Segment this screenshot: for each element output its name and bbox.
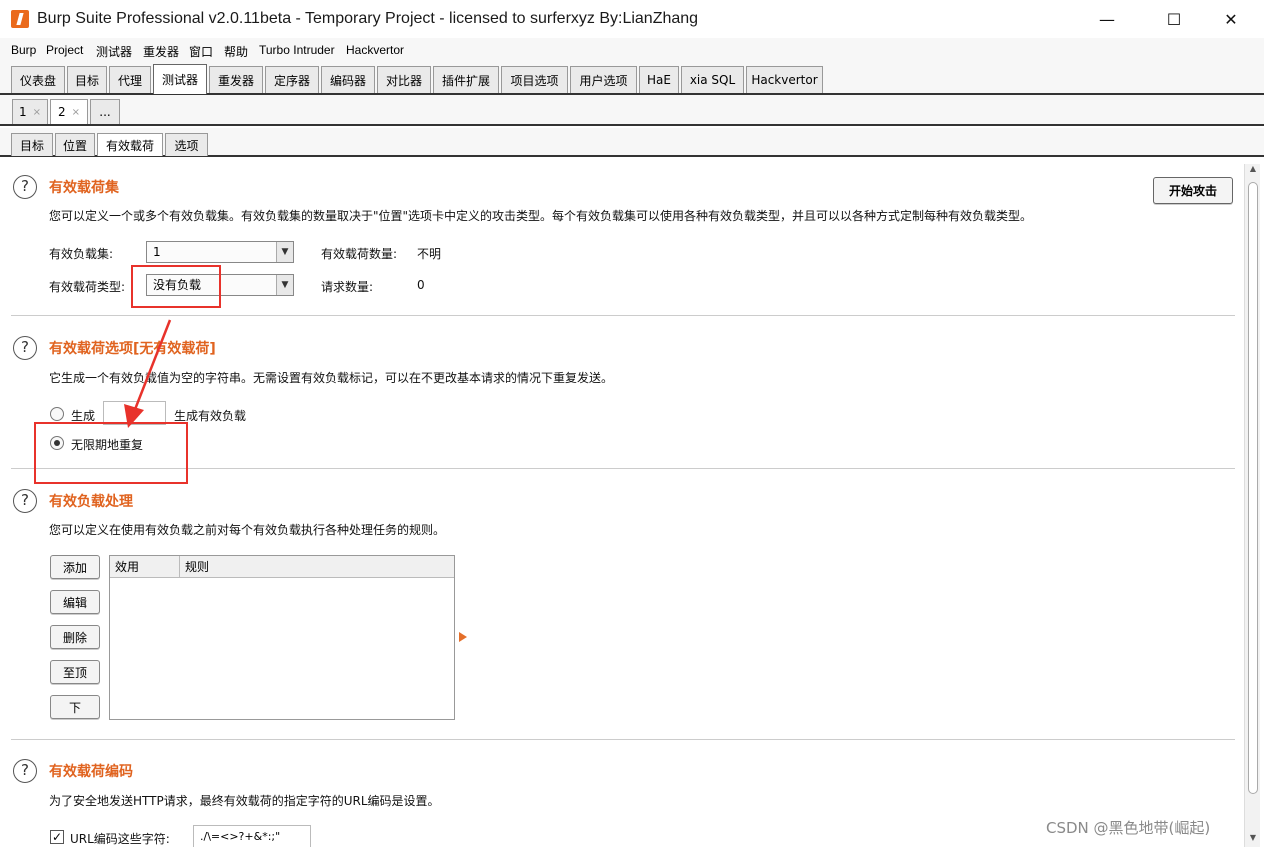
- new-attack-tab[interactable]: ...: [90, 99, 120, 124]
- scroll-up-icon[interactable]: ▲: [1245, 164, 1261, 178]
- menu-bar: Burp Project 测试器 重发器 窗口 帮助 Turbo Intrude…: [0, 38, 1264, 62]
- subtab-options[interactable]: 选项: [165, 133, 208, 156]
- table-header: 效用 规则: [110, 556, 454, 578]
- menu-burp[interactable]: Burp: [11, 43, 36, 57]
- close-tab-icon[interactable]: ×: [33, 107, 41, 118]
- scroll-down-icon[interactable]: ▼: [1245, 833, 1261, 847]
- help-icon[interactable]: ?: [13, 175, 37, 199]
- subtab-payloads[interactable]: 有效载荷: [97, 133, 163, 156]
- chevron-down-icon: ▼: [276, 242, 293, 262]
- intruder-sub-tab-bar: 目标 位置 有效载荷 选项: [0, 128, 1264, 157]
- menu-help[interactable]: 帮助: [224, 43, 248, 60]
- payload-encoding-description: 为了安全地发送HTTP请求，最终有效载荷的指定字符的URL编码是设置。: [49, 794, 440, 808]
- subtab-positions[interactable]: 位置: [55, 133, 95, 156]
- tab-comparer[interactable]: 对比器: [377, 66, 431, 93]
- tab-intruder[interactable]: 测试器: [153, 64, 207, 94]
- vertical-scrollbar[interactable]: ▲ ▼: [1244, 164, 1260, 847]
- burp-logo-icon: [11, 10, 29, 28]
- annotation-box: [131, 265, 221, 308]
- menu-turbo-intruder[interactable]: Turbo Intruder: [259, 43, 335, 57]
- add-rule-button[interactable]: 添加: [50, 555, 100, 579]
- menu-window[interactable]: 窗口: [189, 43, 213, 60]
- payload-sets-title: 有效载荷集: [49, 180, 119, 196]
- tab-decoder[interactable]: 编码器: [321, 66, 375, 93]
- tab-hackvertor[interactable]: Hackvertor: [746, 66, 823, 93]
- section-divider: [11, 315, 1235, 316]
- payload-set-value: 1: [153, 245, 161, 259]
- section-divider: [11, 468, 1235, 469]
- edit-rule-button[interactable]: 编辑: [50, 590, 100, 614]
- menu-project[interactable]: Project: [46, 43, 83, 57]
- move-up-button[interactable]: 至顶: [50, 660, 100, 684]
- annotation-box: [34, 422, 188, 484]
- help-icon[interactable]: ?: [13, 759, 37, 783]
- payload-set-label: 有效负载集:: [49, 247, 114, 261]
- remove-rule-button[interactable]: 删除: [50, 625, 100, 649]
- tab-repeater[interactable]: 重发器: [209, 66, 263, 93]
- url-encode-checkbox[interactable]: ✓: [50, 830, 64, 844]
- help-icon[interactable]: ?: [13, 336, 37, 360]
- payload-encoding-title: 有效载荷编码: [49, 764, 133, 780]
- attack-tab-label: 2: [57, 105, 66, 119]
- payload-processing-title: 有效负载处理: [49, 494, 133, 510]
- payload-count-label: 有效载荷数量:: [321, 247, 398, 261]
- scroll-thumb[interactable]: [1248, 182, 1258, 794]
- generate-radio[interactable]: [50, 407, 64, 421]
- tab-xia-sql[interactable]: xia SQL: [681, 66, 744, 93]
- window-title: Burp Suite Professional v2.0.11beta - Te…: [37, 10, 699, 27]
- tab-sequencer[interactable]: 定序器: [265, 66, 319, 93]
- tab-dashboard[interactable]: 仪表盘: [11, 66, 65, 93]
- help-icon[interactable]: ?: [13, 489, 37, 513]
- section-divider: [11, 739, 1235, 740]
- tab-target[interactable]: 目标: [67, 66, 107, 93]
- chevron-down-icon: ▼: [276, 275, 293, 295]
- payload-options-description: 它生成一个有效负载值为空的字符串。无需设置有效负载标记，可以在不更改基本请求的情…: [49, 371, 614, 385]
- attack-tab-bar: 1 × 2 × ...: [0, 95, 1264, 126]
- request-count-value: 0: [417, 278, 425, 292]
- request-count-label: 请求数量:: [321, 280, 374, 294]
- menu-intruder[interactable]: 测试器: [96, 43, 132, 60]
- url-encode-chars-input[interactable]: ./\=<>?+&*:;"{}|^`: [193, 825, 311, 847]
- move-down-button[interactable]: 下: [50, 695, 100, 719]
- payload-options-title: 有效载荷选项[无有效载荷]: [49, 341, 216, 357]
- attack-tab-label: 1: [18, 105, 27, 119]
- payload-sets-description: 您可以定义一个或多个有效负载集。有效负载集的数量取决于"位置"选项卡中定义的攻击…: [49, 209, 1033, 223]
- close-window-button[interactable]: ✕: [1208, 0, 1254, 38]
- tab-user-options[interactable]: 用户选项: [570, 66, 637, 93]
- title-bar: Burp Suite Professional v2.0.11beta - Te…: [0, 0, 1264, 38]
- start-attack-button[interactable]: 开始攻击: [1153, 177, 1233, 204]
- attack-tab-1[interactable]: 1 ×: [12, 99, 48, 124]
- main-tab-bar: 仪表盘 目标 代理 测试器 重发器 定序器 编码器 对比器 插件扩展 项目选项 …: [0, 62, 1264, 95]
- expand-arrow-icon[interactable]: [459, 632, 467, 642]
- maximize-button[interactable]: ☐: [1151, 0, 1197, 38]
- tab-project-options[interactable]: 项目选项: [501, 66, 568, 93]
- menu-hackvertor[interactable]: Hackvertor: [346, 43, 404, 57]
- url-encode-label: URL编码这些字符:: [70, 832, 170, 846]
- watermark: CSDN @黑色地带(崛起): [1046, 819, 1211, 837]
- tab-proxy[interactable]: 代理: [109, 66, 151, 93]
- menu-repeater[interactable]: 重发器: [143, 43, 179, 60]
- processing-rules-table[interactable]: 效用 规则: [109, 555, 455, 720]
- payload-count-value: 不明: [417, 247, 442, 261]
- tab-extender[interactable]: 插件扩展: [433, 66, 499, 93]
- column-header-rule[interactable]: 规则: [180, 556, 209, 578]
- payload-processing-description: 您可以定义在使用有效负载之前对每个有效负载执行各种处理任务的规则。: [49, 523, 446, 537]
- close-tab-icon[interactable]: ×: [72, 107, 80, 118]
- payload-set-select[interactable]: 1 ▼: [146, 241, 294, 263]
- column-header-enabled[interactable]: 效用: [110, 556, 139, 578]
- subtab-target[interactable]: 目标: [11, 133, 53, 156]
- minimize-button[interactable]: —: [1084, 0, 1130, 38]
- payload-type-label: 有效载荷类型:: [49, 280, 126, 294]
- tab-hae[interactable]: HaE: [639, 66, 679, 93]
- attack-tab-2[interactable]: 2 ×: [50, 99, 88, 124]
